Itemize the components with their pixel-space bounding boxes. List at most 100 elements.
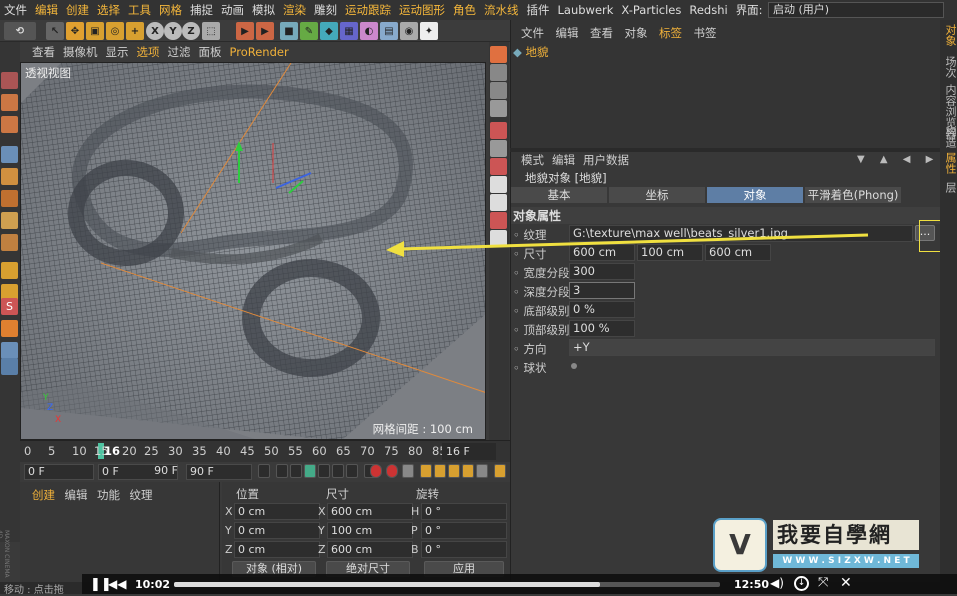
timeline-menu-icon[interactable] [494,464,506,478]
layers-icon[interactable] [1,358,18,375]
pos-x-field[interactable]: 0 cm [234,503,320,520]
record-icon[interactable] [490,122,507,139]
axis-y-button[interactable]: Y [164,22,182,40]
menu-item-4[interactable]: 工具 [128,2,151,18]
width-seg-field[interactable]: 300 [569,263,635,280]
tab-phong[interactable]: 平滑着色(Phong) [805,187,901,203]
array-icon[interactable]: ▦ [340,22,358,40]
coord-system-icon[interactable]: ⬚ [202,22,220,40]
attr-menu-edit[interactable]: 编辑 [552,152,575,168]
menu-item-11[interactable]: 运动跟踪 [345,2,391,18]
ball2-icon[interactable] [490,194,507,211]
timeline-ruler[interactable]: 05101516202530354045505560657075808590 1… [20,440,510,462]
subdivision-icon[interactable]: ◆ [320,22,338,40]
camera-icon[interactable]: ◉ [400,22,418,40]
edges-mode-icon[interactable] [1,168,18,185]
view-icon[interactable] [490,64,507,81]
go-end-icon[interactable] [346,464,358,478]
size-x-field[interactable]: 600 cm [327,503,413,520]
object-mode-icon[interactable] [1,234,18,251]
layout-select[interactable]: 启动 (用户) [768,2,944,18]
snap-icon[interactable] [1,262,18,279]
prev-key-icon[interactable] [276,464,288,478]
menu-item-7[interactable]: 动画 [221,2,244,18]
menu-item-12[interactable]: 运动图形 [399,2,445,18]
undo-icon[interactable]: ⟲ [4,22,36,40]
obj-menu-object[interactable]: 对象 [625,26,648,40]
soft-select-icon[interactable]: S [1,298,18,315]
mat-menu-function[interactable]: 功能 [97,488,120,502]
model-mode-icon[interactable] [1,72,18,89]
key-sel-icon[interactable] [402,464,414,478]
tab-coord[interactable]: 坐标 [609,187,705,203]
obj-menu-file[interactable]: 文件 [521,26,544,40]
axis-z-button[interactable]: Z [182,22,200,40]
ball-icon[interactable] [490,176,507,193]
strip-tab-layers[interactable]: 层 [942,182,957,193]
rot-h-field[interactable]: 0 ° [421,503,507,520]
menu-item-5[interactable]: 网格 [159,2,182,18]
vp-menu-prorender[interactable]: ProRender [230,45,289,59]
render-view-icon[interactable]: ▶ [236,22,254,40]
menu-item-17[interactable]: X-Particles [621,3,681,17]
light-icon[interactable]: ✦ [420,22,438,40]
track-icon[interactable] [490,158,507,175]
direction-select[interactable]: +Y [569,339,935,356]
obj-menu-bookmark[interactable]: 书签 [694,26,717,40]
rotate-icon[interactable]: ◎ [106,22,124,40]
menu-item-8[interactable]: 模拟 [252,2,275,18]
render-icon[interactable]: ▶ [256,22,274,40]
mat-menu-texture[interactable]: 纹理 [130,488,153,502]
pen-icon[interactable]: ✎ [300,22,318,40]
attr-menu-userdata[interactable]: 用户数据 [583,152,629,168]
menu-item-1[interactable]: 编辑 [35,2,58,18]
play-icon[interactable] [304,464,316,478]
menu-item-2[interactable]: 创建 [66,2,89,18]
menu-item-9[interactable]: 渲染 [283,2,306,18]
obj-menu-edit[interactable]: 编辑 [556,26,579,40]
workplane-icon[interactable] [1,116,18,133]
object-row-landscape[interactable]: ◆ 地貌 [513,44,549,60]
points-mode-icon[interactable] [1,146,18,163]
pos-y-field[interactable]: 0 cm [234,522,320,539]
fullscreen-icon[interactable]: ⤧ [818,575,828,590]
rot-p-field[interactable]: 0 ° [421,522,507,539]
download-icon[interactable]: ↓ [794,576,809,591]
menu-item-18[interactable]: Redshi [689,3,727,17]
record-key-icon[interactable] [370,464,382,478]
polygons-mode-icon[interactable] [1,190,18,207]
vp-menu-options[interactable]: 选项 [137,44,160,60]
vp-menu-view[interactable]: 查看 [32,44,55,60]
menu-item-10[interactable]: 雕刻 [314,2,337,18]
mat-menu-edit[interactable]: 编辑 [65,488,88,502]
strip-tab-objects[interactable]: 对象 [942,24,957,46]
scene-icon[interactable]: ▤ [380,22,398,40]
range-end-field[interactable]: 90 F [150,464,178,480]
start-frame-field[interactable]: 0 F [24,464,94,480]
menu-item-16[interactable]: Laubwerk [558,3,614,17]
attr-nav-icons[interactable]: ▼ ▲ ◀ ▶ [857,154,939,165]
menu-item-6[interactable]: 捕捉 [190,2,213,18]
rewind-icon[interactable]: ◀◀ [108,577,126,591]
strip-tab-attributes[interactable]: 属性 [942,152,957,174]
axis-x-button[interactable]: X [146,22,164,40]
volume-icon[interactable]: ◀) [770,576,784,590]
close-icon[interactable]: ✕ [840,575,852,591]
size-z-field[interactable]: 600 cm [327,541,413,558]
strip-tab-structure[interactable]: 构造 [942,126,957,148]
vp-menu-panel[interactable]: 面板 [199,44,222,60]
menu-item-15[interactable]: 插件 [527,2,550,18]
select-icon[interactable]: ↖ [46,22,64,40]
render-region-icon[interactable] [490,46,507,63]
texture-mode-icon[interactable] [1,94,18,111]
lock-icon[interactable] [1,320,18,337]
attr-menu-mode[interactable]: 模式 [521,152,544,168]
bottom-level-field[interactable]: 0 % [569,301,635,318]
size-y-field[interactable]: 100 cm [327,522,413,539]
key-param-icon[interactable] [462,464,474,478]
current-frame-field[interactable]: 16 F [442,443,496,460]
auto-key-icon[interactable] [386,464,398,478]
prev-frame-icon[interactable] [290,464,302,478]
depth-seg-field[interactable]: 3 [569,282,635,299]
menu-item-0[interactable]: 文件 [4,2,27,18]
